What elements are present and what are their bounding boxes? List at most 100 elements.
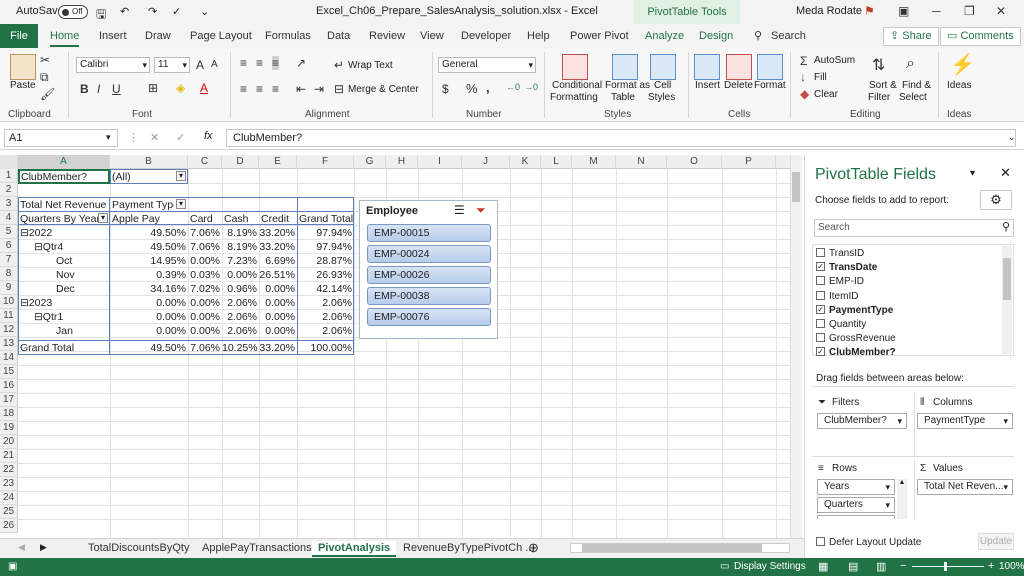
zoom-slider[interactable] bbox=[912, 566, 984, 567]
tab-data[interactable]: Data bbox=[327, 30, 350, 42]
sheet-tab[interactable]: RevenueByTypePivotCh ... bbox=[403, 541, 534, 557]
select-all[interactable] bbox=[0, 155, 18, 169]
comments-button[interactable]: ▭ Comments bbox=[940, 27, 1021, 46]
tab-page-layout[interactable]: Page Layout bbox=[190, 30, 252, 42]
spelling-icon[interactable]: ✓ bbox=[172, 5, 181, 18]
col-header-f[interactable]: F bbox=[297, 155, 354, 169]
column-filter-button[interactable]: ▾ bbox=[176, 199, 186, 209]
display-settings[interactable]: Display Settings bbox=[734, 561, 806, 572]
insert-cells-icon[interactable] bbox=[694, 54, 720, 80]
wrap-text-icon[interactable]: ↵ bbox=[334, 58, 344, 72]
tab-developer[interactable]: Developer bbox=[461, 30, 511, 42]
delete-cells-button[interactable]: Delete bbox=[724, 80, 753, 91]
field-checkbox[interactable] bbox=[816, 319, 825, 328]
formula-input[interactable]: ClubMember? bbox=[226, 129, 1016, 147]
tab-analyze[interactable]: Analyze bbox=[645, 30, 684, 42]
zoom-slider-thumb[interactable] bbox=[944, 562, 947, 571]
vertical-scrollbar[interactable] bbox=[790, 155, 802, 539]
col-header-g[interactable]: G bbox=[354, 155, 386, 169]
align-top-icon[interactable]: ≡ bbox=[240, 56, 247, 70]
borders-icon[interactable]: ⊞ bbox=[148, 81, 158, 95]
row-header[interactable]: 12 bbox=[0, 323, 18, 337]
close-icon[interactable]: ✕ bbox=[996, 4, 1006, 18]
col-header-k[interactable]: K bbox=[510, 155, 541, 169]
slicer-item[interactable]: EMP-00015 bbox=[367, 224, 491, 242]
increase-indent-icon[interactable]: ⇥ bbox=[314, 82, 324, 96]
find-label-2[interactable]: Select bbox=[899, 92, 927, 103]
tab-review[interactable]: Review bbox=[369, 30, 405, 42]
font-size-select[interactable]: 11 bbox=[154, 57, 190, 73]
defer-layout-label[interactable]: Defer Layout Update bbox=[829, 537, 921, 548]
comma-style-icon[interactable]: , bbox=[486, 80, 490, 95]
field-name[interactable]: Quantity bbox=[829, 319, 866, 330]
cancel-icon[interactable]: ✕ bbox=[150, 131, 159, 144]
multi-select-icon[interactable]: ☰ bbox=[454, 203, 465, 217]
gear-icon[interactable]: ⚙ bbox=[980, 190, 1012, 210]
number-format-select[interactable]: General bbox=[438, 57, 536, 73]
bold-icon[interactable]: B bbox=[80, 82, 89, 96]
cell-styles-label-2[interactable]: Styles bbox=[648, 92, 675, 103]
name-box-dropdown-icon[interactable]: ▾ bbox=[106, 132, 111, 143]
tab-home[interactable]: Home bbox=[50, 30, 80, 47]
field-name[interactable]: ClubMember? bbox=[829, 347, 896, 358]
orientation-icon[interactable]: ↗ bbox=[296, 56, 306, 70]
find-label-1[interactable]: Find & bbox=[902, 80, 931, 91]
italic-icon[interactable]: I bbox=[97, 82, 100, 96]
field-name[interactable]: GrossRevenue bbox=[829, 333, 896, 344]
col-header-h[interactable]: H bbox=[386, 155, 418, 169]
align-bottom-icon[interactable]: ≡ bbox=[272, 56, 280, 70]
fill-color-icon[interactable]: ◈ bbox=[176, 81, 185, 95]
col-header-i[interactable]: I bbox=[418, 155, 462, 169]
scroll-tabs-right-icon[interactable]: ▶ bbox=[40, 542, 47, 553]
name-box[interactable]: A1 bbox=[4, 129, 118, 147]
clear-button[interactable]: Clear bbox=[814, 89, 838, 100]
insert-cells-button[interactable]: Insert bbox=[695, 80, 720, 91]
zoom-level[interactable]: 100% bbox=[999, 561, 1024, 572]
wrap-text-button[interactable]: Wrap Text bbox=[348, 60, 393, 71]
autosum-icon[interactable]: Σ bbox=[800, 54, 807, 68]
format-painter-icon[interactable]: 🖌 bbox=[40, 87, 55, 101]
field-checkbox-checked[interactable]: ✓ bbox=[816, 262, 825, 271]
ribbon-display-icon[interactable]: ▣ bbox=[898, 4, 909, 18]
row-header[interactable]: 17 bbox=[0, 393, 18, 407]
align-middle-icon[interactable]: ≡ bbox=[256, 56, 263, 70]
tab-power-pivot[interactable]: Power Pivot bbox=[570, 30, 629, 42]
decrease-indent-icon[interactable]: ⇤ bbox=[296, 82, 306, 96]
col-header-b[interactable]: B bbox=[110, 155, 188, 169]
row-header[interactable]: 2 bbox=[0, 183, 18, 197]
tell-me-search[interactable]: Search bbox=[771, 30, 806, 42]
insert-function-icon[interactable]: fx bbox=[204, 130, 213, 142]
font-name-select[interactable]: Calibri bbox=[76, 57, 150, 73]
customize-icon[interactable]: ⌄ bbox=[200, 5, 209, 18]
row-header[interactable]: 14 bbox=[0, 351, 18, 365]
add-sheet-icon[interactable]: ⊕ bbox=[528, 540, 539, 556]
slicer-item[interactable]: EMP-00024 bbox=[367, 245, 491, 263]
align-right-icon[interactable]: ≡ bbox=[272, 82, 279, 96]
row-header[interactable]: 19 bbox=[0, 421, 18, 435]
fill-button[interactable]: Fill bbox=[814, 72, 827, 83]
row-header[interactable]: 9 bbox=[0, 281, 18, 295]
increase-font-icon[interactable]: A bbox=[196, 58, 204, 72]
col-header-a[interactable]: A bbox=[18, 155, 110, 169]
col-header-o[interactable]: O bbox=[667, 155, 722, 169]
row-header[interactable]: 5 bbox=[0, 225, 18, 239]
row-header[interactable]: 25 bbox=[0, 505, 18, 519]
tab-file[interactable]: File bbox=[0, 24, 38, 48]
field-name[interactable]: PaymentType bbox=[829, 305, 893, 316]
row-field-pill[interactable]: Quarters bbox=[817, 497, 895, 513]
row-header[interactable]: 3 bbox=[0, 197, 18, 211]
row-header[interactable]: 8 bbox=[0, 267, 18, 281]
autosum-button[interactable]: AutoSum bbox=[814, 55, 855, 66]
field-checkbox[interactable] bbox=[816, 333, 825, 342]
sheet-tab-active[interactable]: PivotAnalysis bbox=[312, 541, 397, 557]
field-search-input[interactable]: Search bbox=[814, 219, 1014, 237]
page-layout-view-icon[interactable]: ▤ bbox=[848, 560, 858, 573]
fmt-table-label-1[interactable]: Format as bbox=[605, 80, 650, 91]
update-button[interactable]: Update bbox=[978, 533, 1014, 550]
decrease-font-icon[interactable]: A bbox=[211, 59, 218, 70]
clear-filter-icon[interactable]: ⏷ bbox=[476, 203, 486, 218]
employee-slicer[interactable]: Employee ☰ ⏷ EMP-00015 EMP-00024 EMP-000… bbox=[359, 200, 498, 339]
value-field-pill[interactable]: Total Net Reven... bbox=[917, 479, 1013, 495]
col-header-l[interactable]: L bbox=[541, 155, 572, 169]
paste-label[interactable]: Paste bbox=[10, 80, 36, 91]
